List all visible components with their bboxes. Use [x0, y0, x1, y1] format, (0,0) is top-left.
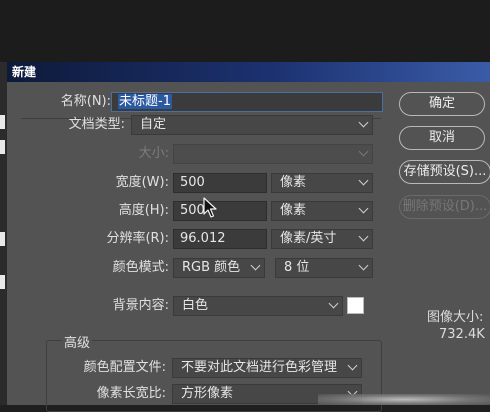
mouse-cursor-icon	[203, 197, 217, 218]
bit-depth-select[interactable]: 8 位	[275, 258, 373, 278]
color-profile-select[interactable]: 不要对此文档进行色彩管理	[172, 358, 362, 378]
color-mode-value: RGB 颜色	[182, 260, 241, 275]
name-value: 未标题-1	[118, 94, 172, 109]
chevron-down-icon	[358, 146, 369, 157]
name-label: 名称(N):	[60, 94, 111, 109]
workspace-background	[0, 0, 490, 62]
pixel-aspect-value: 方形像素	[181, 386, 234, 401]
resolution-unit-value: 像素/英寸	[280, 231, 337, 246]
background-label: 背景内容:	[112, 298, 169, 313]
image-size-value: 732.4K	[439, 327, 485, 342]
background-color-swatch[interactable]	[347, 297, 364, 314]
bit-depth-value: 8 位	[284, 260, 310, 275]
width-unit-select[interactable]: 像素	[271, 173, 373, 193]
resolution-unit-select[interactable]: 像素/英寸	[271, 229, 373, 249]
height-unit-select[interactable]: 像素	[271, 201, 373, 221]
height-input[interactable]: 500	[173, 201, 267, 221]
height-label: 高度(H):	[118, 203, 169, 218]
color-profile-value: 不要对此文档进行色彩管理	[181, 360, 338, 375]
save-preset-button[interactable]: 存储预设(S)...	[399, 160, 490, 184]
size-select[interactable]	[173, 144, 373, 164]
document-type-label: 文档类型:	[68, 117, 125, 132]
chevron-down-icon	[358, 231, 369, 242]
document-type-value: 自定	[140, 117, 167, 132]
delete-preset-button[interactable]: 删除预设(D)...	[399, 195, 490, 219]
background-select[interactable]: 白色	[173, 296, 343, 316]
advanced-group-title: 高级	[62, 332, 93, 351]
cancel-button[interactable]: 取消	[399, 126, 485, 150]
dialog-title[interactable]: 新建	[7, 62, 490, 82]
color-mode-select[interactable]: RGB 颜色	[173, 258, 265, 278]
color-profile-label: 颜色配置文件:	[83, 360, 166, 375]
chevron-down-icon	[358, 260, 369, 271]
pixel-aspect-label: 像素长宽比:	[96, 386, 166, 401]
resolution-input[interactable]: 96.012	[173, 229, 267, 249]
chevron-down-icon	[358, 117, 369, 128]
width-label: 宽度(W):	[115, 175, 169, 190]
screen-glow	[318, 394, 490, 405]
background-value: 白色	[182, 298, 209, 313]
chevron-down-icon	[250, 260, 261, 271]
width-input[interactable]: 500	[173, 173, 267, 193]
chevron-down-icon	[358, 203, 369, 214]
height-unit-value: 像素	[280, 203, 307, 218]
chevron-down-icon	[328, 298, 339, 309]
resolution-label: 分辨率(R):	[106, 231, 169, 246]
width-unit-value: 像素	[280, 175, 307, 190]
document-type-select[interactable]: 自定	[131, 115, 373, 135]
chevron-down-icon	[358, 175, 369, 186]
color-mode-label: 颜色模式:	[112, 260, 169, 275]
size-label: 大小:	[138, 146, 169, 161]
image-size-label: 图像大小:	[427, 310, 484, 325]
ok-button[interactable]: 确定	[399, 92, 485, 116]
name-input[interactable]: 未标题-1	[111, 92, 383, 112]
chevron-down-icon	[347, 360, 358, 371]
